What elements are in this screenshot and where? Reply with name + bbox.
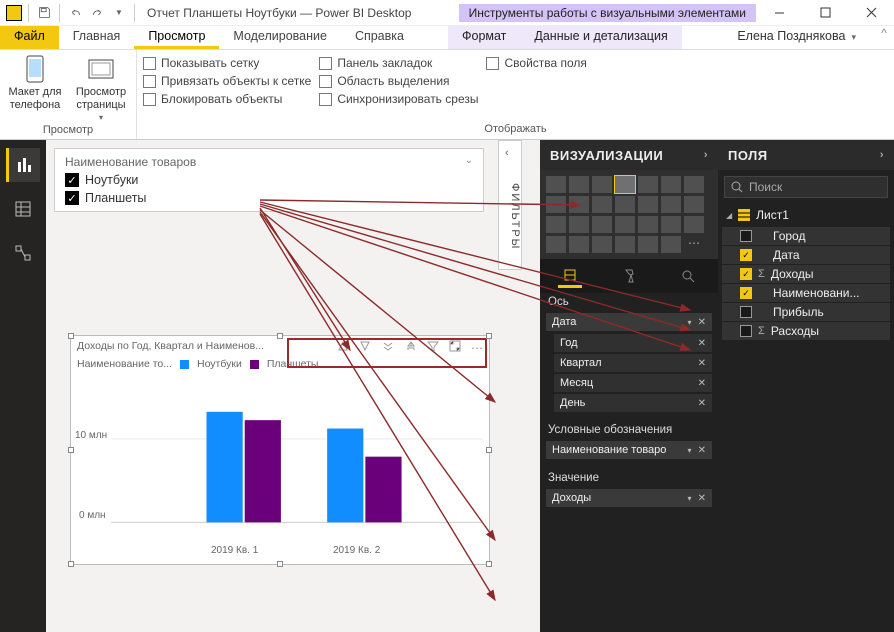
axis-sub-day[interactable]: День✕ [554, 394, 712, 412]
field-item[interactable]: ✓ΣДоходы [722, 265, 890, 283]
checkbox-icon[interactable]: ✓ [740, 268, 752, 280]
drill-down-icon[interactable] [359, 339, 371, 357]
axis-sub-year[interactable]: Год✕ [554, 334, 712, 352]
field-item[interactable]: ✓Наименовани... [722, 284, 890, 302]
close-button[interactable] [848, 0, 894, 26]
value-field-pill[interactable]: Доходы▾ ✕ [546, 489, 712, 507]
ribbon-group-view-label: Просмотр [6, 122, 130, 138]
well-legend-label: Условные обозначения [540, 421, 718, 439]
field-item[interactable]: Прибыль [722, 303, 890, 321]
opt-lock-objects[interactable]: Блокировать объекты [143, 92, 311, 106]
slicer-title: Наименование товаров [65, 155, 196, 169]
legend-field-pill[interactable]: Наименование товаро▾ ✕ [546, 441, 712, 459]
viz-pane-title: ВИЗУАЛИЗАЦИИ [550, 148, 663, 163]
undo-icon[interactable] [66, 4, 84, 22]
chevron-left-icon: ‹ [505, 147, 511, 159]
opt-show-grid[interactable]: Показывать сетку [143, 56, 311, 70]
opt-sync-slicers[interactable]: Синхронизировать срезы [319, 92, 478, 106]
page-view-button[interactable]: Просмотр страницы▾ [72, 54, 130, 122]
page-view-icon [86, 54, 116, 84]
nav-model-view[interactable] [6, 236, 40, 270]
tab-view[interactable]: Просмотр [134, 26, 219, 49]
window-title: Отчет Планшеты Ноутбуки — Power BI Deskt… [143, 6, 459, 20]
minimize-button[interactable] [756, 0, 802, 26]
user-menu[interactable]: Елена Позднякова▾ [725, 26, 874, 49]
checkbox-icon[interactable] [740, 306, 752, 318]
ribbon-collapse-icon[interactable]: ^ [874, 26, 894, 49]
axis-sub-quarter[interactable]: Квартал✕ [554, 354, 712, 372]
opt-field-props[interactable]: Свойства поля [486, 56, 586, 70]
fields-search-input[interactable]: Поиск [724, 176, 888, 198]
contextual-tab-header: Инструменты работы с визуальными элемент… [459, 4, 756, 22]
well-value-label: Значение [540, 469, 718, 487]
slicer-item-2[interactable]: ✓Планшеты [65, 191, 473, 205]
y-tick-label-0: 0 млн [79, 510, 106, 521]
phone-icon [20, 54, 50, 84]
axis-field-pill[interactable]: Дата▾ ✕ [546, 313, 712, 331]
clustered-column-chart-icon[interactable] [615, 176, 635, 193]
fields-pane-title: ПОЛЯ [728, 148, 768, 163]
tab-data-detail[interactable]: Данные и детализация [520, 26, 681, 49]
chevron-right-icon[interactable]: › [704, 149, 708, 161]
field-item[interactable]: ✓Дата [722, 246, 890, 264]
fields-table[interactable]: ◢Лист1 [718, 204, 894, 226]
maximize-button[interactable] [802, 0, 848, 26]
viz-gallery[interactable]: ⋯ [540, 170, 718, 259]
tab-file[interactable]: Файл [0, 26, 59, 49]
phone-layout-button[interactable]: Макет для телефона [6, 54, 64, 122]
qat-dropdown-icon[interactable]: ▼ [110, 4, 128, 22]
y-tick-label: 10 млн [75, 430, 107, 441]
checkbox-checked-icon: ✓ [65, 173, 79, 187]
nav-report-view[interactable] [6, 148, 40, 182]
chevron-right-icon[interactable]: › [880, 149, 884, 161]
app-logo-icon [6, 5, 22, 21]
x-tick-label-1: 2019 Кв. 1 [211, 545, 258, 556]
format-tab[interactable] [617, 264, 641, 288]
table-icon [738, 209, 750, 221]
redo-icon[interactable] [88, 4, 106, 22]
more-options-icon[interactable]: ⋯ [471, 341, 483, 355]
tab-home[interactable]: Главная [59, 26, 135, 49]
checkbox-icon[interactable] [740, 230, 752, 242]
chart-legend: Наименование то... Ноутбуки Планшеты [71, 356, 489, 372]
chevron-down-icon[interactable]: ⌄ [465, 155, 473, 169]
checkbox-checked-icon: ✓ [65, 191, 79, 205]
filters-pane-tab[interactable]: ‹ ФИЛЬТРЫ [498, 140, 522, 270]
tab-modeling[interactable]: Моделирование [219, 26, 341, 49]
fields-tab[interactable] [558, 264, 582, 288]
drill-up-icon[interactable] [337, 339, 349, 357]
analytics-tab[interactable] [676, 264, 700, 288]
ribbon-group-show-label: Отображать [143, 121, 888, 137]
remove-icon[interactable]: ✕ [698, 317, 706, 328]
opt-snap-grid[interactable]: Привязать объекты к сетке [143, 74, 311, 88]
checkbox-icon[interactable]: ✓ [740, 249, 752, 261]
checkbox-icon[interactable]: ✓ [740, 287, 752, 299]
opt-bookmarks[interactable]: Панель закладок [319, 56, 478, 70]
checkbox-icon[interactable] [740, 325, 752, 337]
tab-format[interactable]: Формат [448, 26, 520, 49]
x-tick-label-2: 2019 Кв. 2 [333, 545, 380, 556]
save-icon[interactable] [35, 4, 53, 22]
expand-all-icon[interactable] [381, 339, 395, 357]
field-item[interactable]: Город [722, 227, 890, 245]
focus-mode-icon[interactable] [449, 339, 461, 357]
opt-selection-pane[interactable]: Область выделения [319, 74, 478, 88]
axis-sub-month[interactable]: Месяц✕ [554, 374, 712, 392]
slicer-item-1[interactable]: ✓Ноутбуки [65, 173, 473, 187]
hierarchy-icon[interactable] [405, 339, 417, 357]
filter-icon[interactable] [427, 339, 439, 357]
chart-visual[interactable]: Доходы по Год, Квартал и Наименов... ⋯ Н… [70, 335, 490, 565]
field-item[interactable]: ΣРасходы [722, 322, 890, 340]
nav-data-view[interactable] [6, 192, 40, 226]
well-axis-label: Ось [540, 293, 718, 311]
tab-help[interactable]: Справка [341, 26, 418, 49]
search-icon [731, 181, 743, 193]
slicer-visual[interactable]: Наименование товаров ⌄ ✓Ноутбуки ✓Планшет… [54, 148, 484, 212]
